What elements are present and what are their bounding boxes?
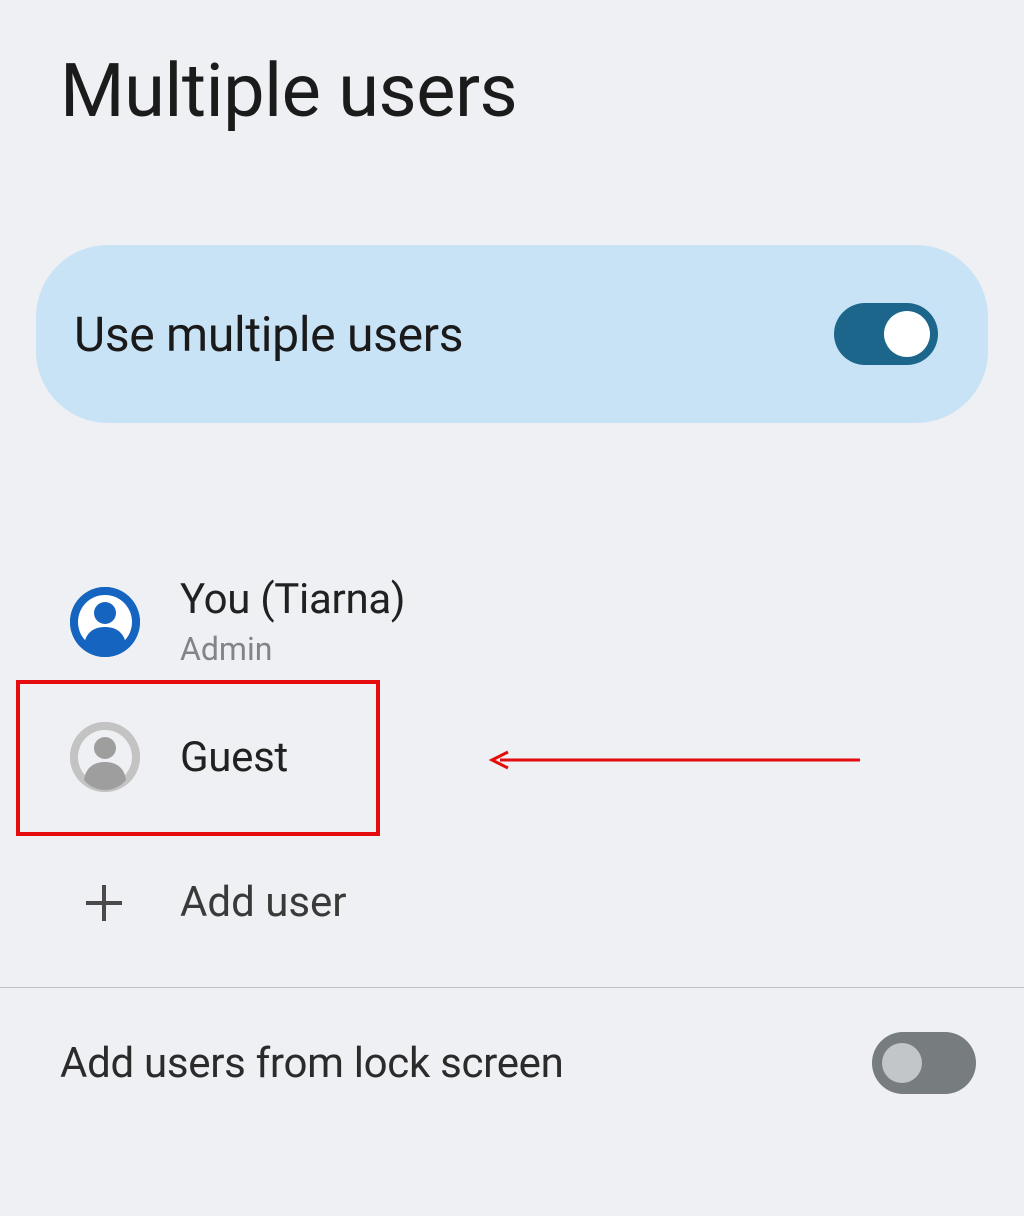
- add-users-lock-screen-switch[interactable]: [872, 1032, 976, 1094]
- switch-thumb-icon: [884, 311, 930, 357]
- add-user-label: Add user: [180, 878, 347, 927]
- current-user-row[interactable]: You (Tiarna) Admin: [0, 553, 1024, 690]
- user-title: Guest: [180, 733, 288, 782]
- add-user-row[interactable]: Add user: [0, 848, 1024, 957]
- lock-screen-label: Add users from lock screen: [60, 1039, 564, 1088]
- user-subtitle: Admin: [180, 630, 405, 668]
- use-multiple-users-label: Use multiple users: [74, 306, 463, 363]
- plus-icon: [80, 879, 128, 927]
- use-multiple-users-switch[interactable]: [834, 303, 938, 365]
- switch-thumb-icon: [882, 1043, 922, 1083]
- page-title: Multiple users: [0, 0, 1024, 135]
- user-title: You (Tiarna): [180, 575, 405, 624]
- add-users-from-lock-screen-row[interactable]: Add users from lock screen: [0, 988, 1024, 1094]
- user-list: You (Tiarna) Admin Guest: [0, 553, 1024, 957]
- avatar-icon: [70, 587, 140, 657]
- use-multiple-users-card[interactable]: Use multiple users: [36, 245, 988, 423]
- avatar-icon: [70, 722, 140, 792]
- guest-user-row[interactable]: Guest: [0, 690, 1024, 824]
